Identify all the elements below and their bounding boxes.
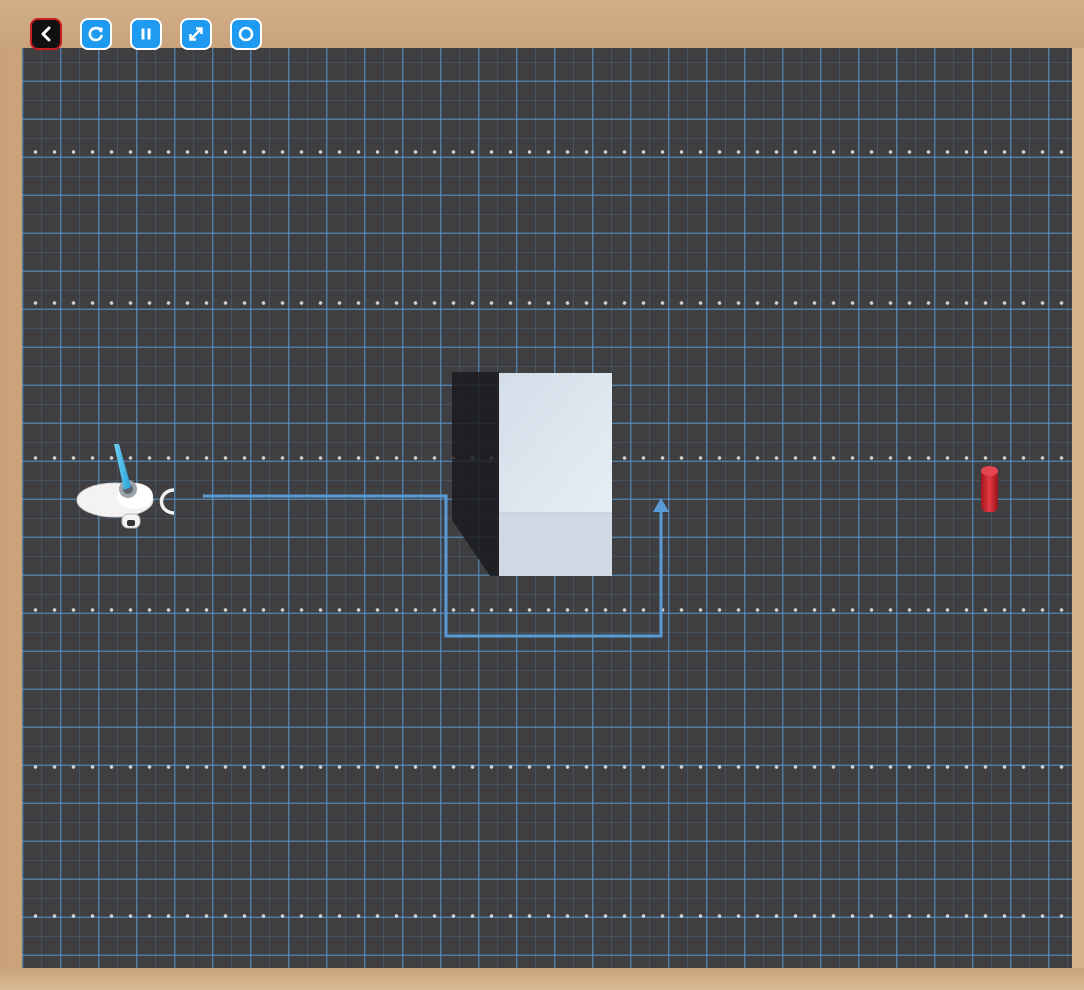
robot bbox=[76, 444, 175, 529]
expand-icon bbox=[189, 27, 203, 41]
restart-button[interactable] bbox=[80, 18, 112, 50]
record-icon bbox=[238, 26, 254, 42]
chevron-left-icon bbox=[41, 26, 51, 42]
scene-layer bbox=[76, 372, 998, 638]
obstacle-box bbox=[499, 373, 612, 576]
game-toolbar bbox=[30, 18, 262, 50]
pause-icon bbox=[141, 28, 151, 40]
game-viewport bbox=[0, 0, 1084, 990]
target-pin bbox=[981, 466, 998, 512]
pause-button[interactable] bbox=[130, 18, 162, 50]
back-button[interactable] bbox=[30, 18, 62, 50]
obstacle-shadow bbox=[452, 372, 499, 576]
fullscreen-button[interactable] bbox=[180, 18, 212, 50]
camera-button[interactable] bbox=[230, 18, 262, 50]
restart-icon bbox=[88, 26, 103, 42]
